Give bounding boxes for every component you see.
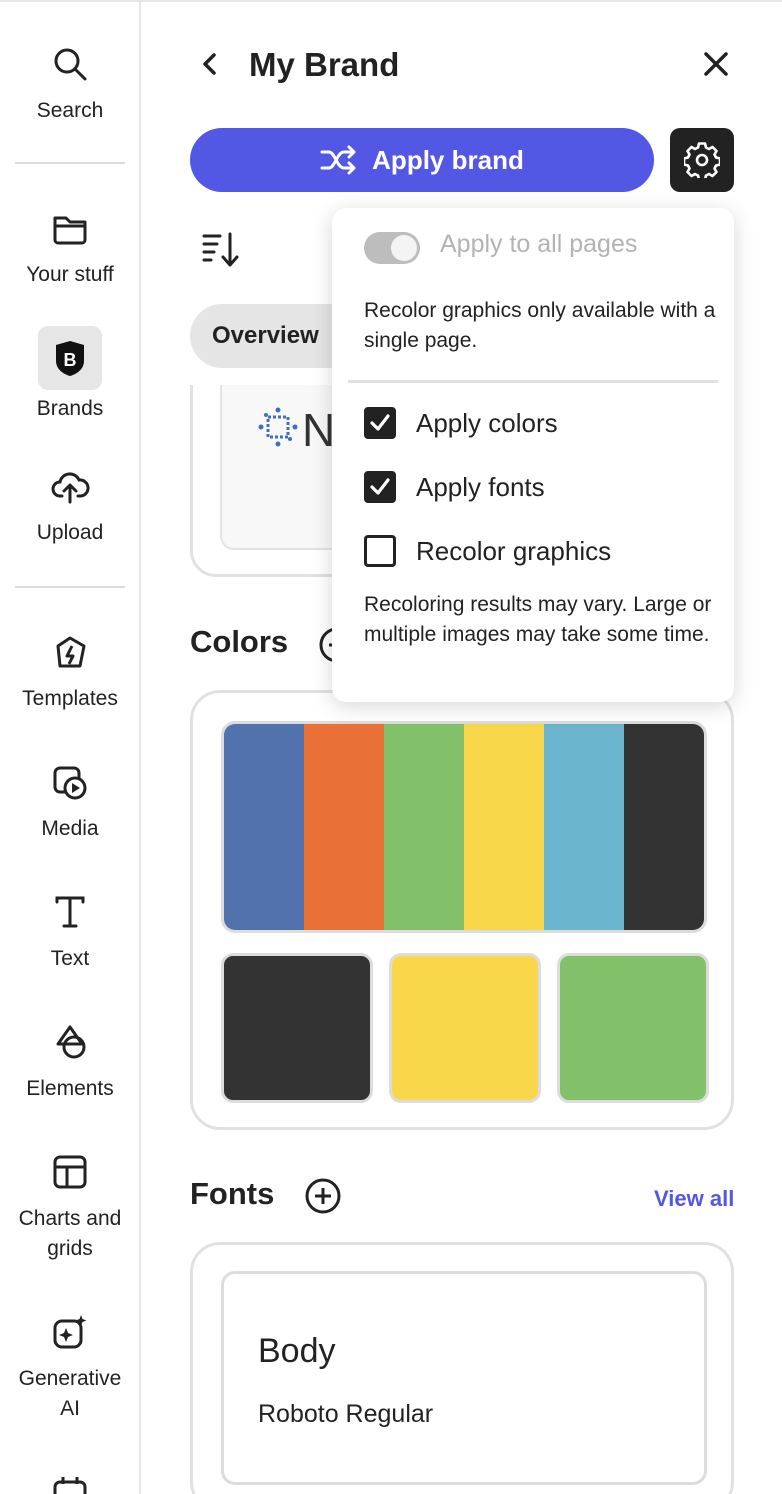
colors-card[interactable] [190,690,734,1130]
rail-label: Brands [36,397,104,420]
shuffle-icon [320,145,356,175]
rail-item-search[interactable]: Search [0,44,140,126]
apply-brand-label: Apply brand [372,144,524,175]
apply-settings-popover: Apply to all pages Recolor graphics only… [332,208,734,702]
apply-fonts-label: Apply fonts [416,471,545,502]
palette-stripe [384,724,464,930]
apply-colors-label: Apply colors [416,407,558,438]
color-swatch[interactable] [221,953,373,1103]
popover-divider [348,380,718,383]
rail-label: Templates [22,687,118,710]
rail-label: Search [36,99,104,122]
color-palette[interactable] [221,721,707,933]
svg-text:B: B [64,350,77,370]
palette-stripe [464,724,544,930]
rail-label: Text [50,947,90,970]
toggle-knob [391,235,417,261]
palette-stripe [224,724,304,930]
search-icon [54,48,87,81]
recolor-graphics-checkbox[interactable] [364,535,396,567]
color-swatch[interactable] [389,953,541,1103]
logo-wordmark: N [302,404,336,456]
media-icon [53,766,87,800]
shapes-icon [56,1025,86,1059]
checkmark-icon [370,478,390,495]
rail-label: Media [41,817,99,840]
close-icon[interactable] [696,44,736,84]
recolor-graphics-label: Recolor graphics [416,535,612,566]
rail-label: Elements [26,1077,114,1100]
fonts-section-title: Fonts [190,1176,275,1211]
rail-item-charts-and-grids[interactable]: Charts and grids [0,1152,140,1264]
panel-title: My Brand [249,46,400,83]
recolor-availability-note: Recolor graphics only available with a s… [364,299,716,352]
apply-colors-option[interactable]: Apply colors [364,406,558,440]
color-swatch[interactable] [557,953,709,1103]
folder-icon [53,216,87,245]
rail-item-text[interactable]: Text [0,892,140,974]
back-chevron-icon[interactable] [192,44,228,84]
font-role-label: Body [258,1332,336,1370]
calendar-icon [53,1477,87,1494]
brand-logo-mark [258,407,298,447]
sparkle-icon [53,1315,87,1349]
rail-item-media[interactable]: Media [0,762,140,844]
cloud-upload-icon [51,472,90,504]
rail-divider [15,162,125,164]
sort-icon[interactable] [200,228,244,272]
palette-stripe [304,724,384,930]
palette-stripe [544,724,624,930]
font-name: Roboto Regular [258,1400,434,1428]
checkmark-icon [370,414,390,431]
recolor-warning: Recoloring results may vary. Large or mu… [364,593,712,646]
apply-all-pages-toggle[interactable] [364,232,420,264]
rail-item-your-stuff[interactable]: Your stuff [0,208,140,290]
colors-section-title: Colors [190,624,289,659]
apply-colors-checkbox[interactable] [364,407,396,439]
rail-label: Your stuff [26,263,114,286]
rail-item-upload[interactable]: Upload [0,466,140,548]
rail-item-templates[interactable]: Templates [0,632,140,714]
rail-item-brands[interactable]: B Brands [0,326,140,424]
brand-icon: B [56,341,84,376]
rail-item-elements[interactable]: Elements [0,1022,140,1104]
rail-label: Charts and grids [18,1207,122,1260]
apply-fonts-option[interactable]: Apply fonts [364,470,545,504]
apply-brand-button[interactable]: Apply brand [190,128,654,192]
rail-divider [15,586,125,588]
font-item[interactable]: Body Roboto Regular [221,1271,707,1485]
left-rail: Search Your stuff B Brands Upload Templa… [0,0,141,1494]
rail-label: Generative AI [18,1367,122,1420]
view-all-fonts-link[interactable]: View all [654,1186,734,1212]
recolor-graphics-option[interactable]: Recolor graphics [364,534,611,568]
fonts-card: Body Roboto Regular [190,1242,734,1494]
rail-item-generative-ai[interactable]: Generative AI [0,1312,140,1424]
rail-label: Upload [36,521,104,544]
text-icon [55,896,85,928]
apply-fonts-checkbox[interactable] [364,471,396,503]
brand-settings-button[interactable] [670,128,734,192]
apply-all-pages-label: Apply to all pages [440,230,638,258]
palette-stripe [624,724,704,930]
rail-item-more[interactable] [0,1474,140,1494]
grid-icon [53,1155,87,1189]
gear-icon [684,142,720,178]
add-font-icon[interactable] [304,1177,342,1215]
brand-icon-badge: B [38,326,102,390]
templates-icon [56,636,86,668]
